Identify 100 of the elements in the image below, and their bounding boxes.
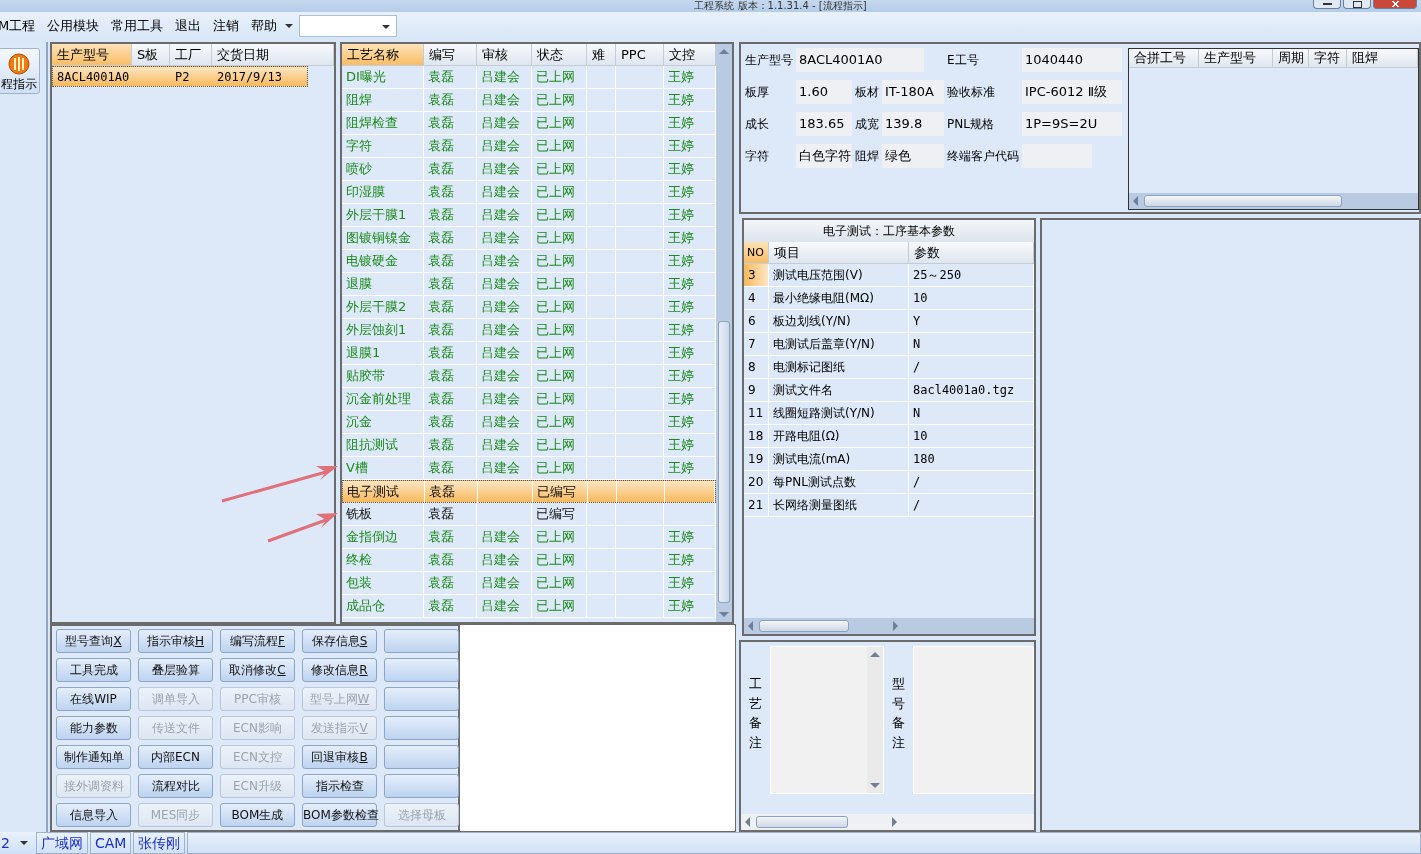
table-row[interactable]: 9 测试文件名 8acl4001a0.tgz [744,379,1034,402]
column-header[interactable]: 交货日期 [212,44,334,66]
column-header[interactable]: 状态 [532,44,587,66]
table-row[interactable]: 8ACL4001A0 P2 2017/9/13 [52,66,308,87]
table-row[interactable]: 终检 袁磊 吕建会 已上网 王婷 [342,549,716,572]
action-button[interactable]: 信息导入 [56,803,131,827]
action-button[interactable]: 修改信息R [302,658,377,682]
column-header[interactable]: 阻焊 [1347,49,1418,68]
column-header[interactable]: 工厂 [170,44,212,66]
table-row[interactable]: 阻抗测试 袁磊 吕建会 已上网 王婷 [342,434,716,457]
table-row[interactable]: 退膜1 袁磊 吕建会 已上网 王婷 [342,342,716,365]
table-row[interactable]: 3 测试电压范围(V) 25～250 [744,264,1034,287]
action-button[interactable] [384,687,459,711]
text-field[interactable]: 139.8 [882,112,944,136]
table-row[interactable]: 外层干膜1 袁磊 吕建会 已上网 王婷 [342,204,716,227]
table-row[interactable]: 4 最小绝缘电阻(MΩ) 10 [744,287,1034,310]
column-header[interactable]: S板 [132,44,170,66]
text-field[interactable]: 1.60 [796,80,852,104]
table-row[interactable]: 包装 袁磊 吕建会 已上网 王婷 [342,572,716,595]
text-field[interactable]: IT-180A [882,80,944,104]
column-header[interactable]: 生产型号 [1199,49,1273,68]
action-button[interactable] [384,745,459,769]
table-row[interactable]: 铣板 袁磊 已编写 [342,503,716,526]
action-button[interactable]: 在线WIP [56,687,131,711]
column-header[interactable]: 合拼工号 [1129,49,1199,68]
column-header[interactable]: NO [744,242,769,264]
table-row[interactable]: 21 长网络测量图纸 / [744,494,1034,517]
column-header[interactable]: 工艺名称 [342,44,424,66]
table-row[interactable]: 成品仓 袁磊 吕建会 已上网 王婷 [342,595,716,618]
action-button[interactable]: 指示检查 [302,774,377,798]
menu-item[interactable]: 常用工具 [105,17,170,35]
text-field[interactable]: 绿色 [882,144,944,168]
vertical-scrollbar[interactable] [716,44,732,622]
caret-icon[interactable] [285,24,294,28]
text-field[interactable]: IPC-6012 Ⅱ级 [1022,80,1122,104]
table-row[interactable]: 金指倒边 袁磊 吕建会 已上网 王婷 [342,526,716,549]
memo-field[interactable] [912,646,1034,794]
action-button[interactable]: 流程对比 [138,774,213,798]
table-row[interactable]: 电镀硬金 袁磊 吕建会 已上网 王婷 [342,250,716,273]
table-row[interactable]: 阻焊 袁磊 吕建会 已上网 王婷 [342,89,716,112]
table-row[interactable]: 阻焊检查 袁磊 吕建会 已上网 王婷 [342,112,716,135]
text-field[interactable]: 8ACL4001A0 [796,48,924,72]
table-row[interactable]: 字符 袁磊 吕建会 已上网 王婷 [342,135,716,158]
table-row[interactable]: 7 电测试后盖章(Y/N) N [744,333,1034,356]
column-header[interactable]: 生产型号 [52,44,132,66]
table-row[interactable]: 图镀铜镍金 袁磊 吕建会 已上网 王婷 [342,227,716,250]
action-button[interactable]: 型号查询X [56,629,131,653]
menu-item[interactable]: 退出 [169,17,208,35]
action-button[interactable]: 保存信息S [302,629,377,653]
menu-item[interactable]: 公用模块 [41,17,106,35]
action-button[interactable] [384,716,459,740]
caret-icon[interactable] [19,841,28,845]
column-header[interactable]: 字符 [1309,49,1347,68]
table-row[interactable]: 沉金前处理 袁磊 吕建会 已上网 王婷 [342,388,716,411]
menu-item[interactable]: 帮助 [245,17,284,35]
table-row[interactable]: 8 电测标记图纸 / [744,356,1034,379]
action-button[interactable] [384,629,459,653]
column-header[interactable]: 审核 [477,44,532,66]
nav-button[interactable]: 程指示 [0,48,40,94]
combo-box[interactable] [299,15,398,37]
minimize-button[interactable] [1313,0,1341,9]
table-row[interactable]: 印湿膜 袁磊 吕建会 已上网 王婷 [342,181,716,204]
selected-row[interactable]: 电子测试 袁磊 已编写 [342,480,716,503]
action-button[interactable]: BOM生成 [220,803,295,827]
text-field[interactable]: 183.65 [796,112,852,136]
horizontal-scrollbar[interactable] [1129,193,1418,209]
action-button[interactable]: 能力参数 [56,716,131,740]
table-row[interactable]: 沉金 袁磊 吕建会 已上网 王婷 [342,411,716,434]
action-button[interactable]: 内部ECN [138,745,213,769]
action-button[interactable]: 制作通知单 [56,745,131,769]
action-button[interactable]: 工具完成 [56,658,131,682]
text-field[interactable]: 白色字符 [796,144,852,168]
table-row[interactable]: 6 板边划线(Y/N) Y [744,310,1034,333]
horizontal-scrollbar[interactable] [741,814,1034,830]
table-row[interactable]: 喷砂 袁磊 吕建会 已上网 王婷 [342,158,716,181]
table-row[interactable]: 19 测试电流(mA) 180 [744,448,1034,471]
text-field[interactable]: 1040440 [1022,48,1122,72]
table-row[interactable]: 外层蚀刻1 袁磊 吕建会 已上网 王婷 [342,319,716,342]
close-button[interactable] [1373,0,1417,9]
action-button[interactable]: 指示审核H [138,629,213,653]
column-header[interactable]: 参数 [909,242,1034,264]
action-button[interactable]: 编写流程F [220,629,295,653]
table-row[interactable]: 退膜 袁磊 吕建会 已上网 王婷 [342,273,716,296]
action-button[interactable]: 取消修改C [220,658,295,682]
memo-field[interactable] [770,646,884,794]
table-row[interactable]: 贴胶带 袁磊 吕建会 已上网 王婷 [342,365,716,388]
text-field[interactable]: 1P=9S=2U [1022,112,1122,136]
action-button[interactable]: 叠层验算 [138,658,213,682]
restore-button[interactable] [1343,0,1371,9]
table-row[interactable]: 外层干膜2 袁磊 吕建会 已上网 王婷 [342,296,716,319]
column-header[interactable]: 项目 [769,242,909,264]
menu-item[interactable]: M工程 [0,17,42,35]
table-row[interactable]: 18 开路电阻(Ω) 10 [744,425,1034,448]
action-button[interactable] [384,774,459,798]
table-row[interactable]: DI曝光 袁磊 吕建会 已上网 王婷 [342,66,716,89]
action-button[interactable]: BOM参数检查 [302,803,377,827]
column-header[interactable]: 难 [587,44,616,66]
column-header[interactable]: PPC [616,44,664,66]
column-header[interactable]: 周期 [1273,49,1309,68]
table-row[interactable]: 20 每PNL测试点数 / [744,471,1034,494]
